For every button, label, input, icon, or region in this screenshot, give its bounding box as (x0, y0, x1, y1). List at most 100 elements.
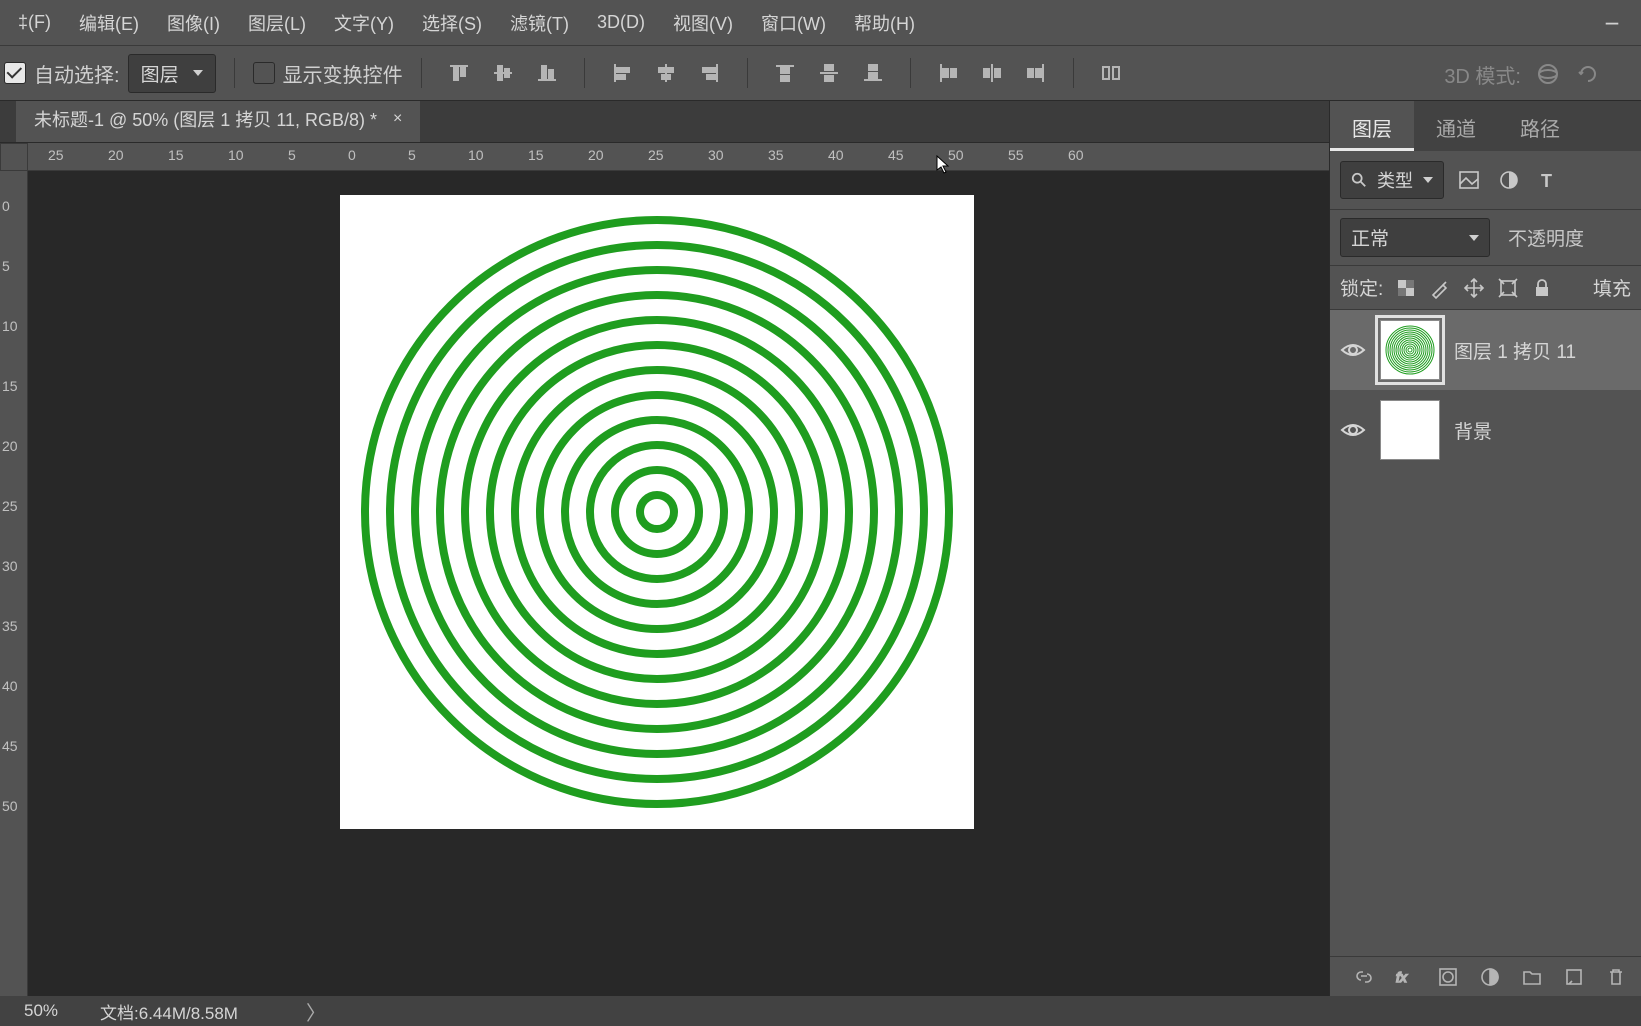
filter-image-icon[interactable] (1458, 169, 1480, 191)
layer-name[interactable]: 背景 (1454, 417, 1492, 444)
tab-paths[interactable]: 路径 (1498, 101, 1582, 151)
canvas-area[interactable] (28, 171, 1329, 996)
filter-type-icon[interactable]: T (1538, 169, 1560, 191)
distribute-hcenter-icon[interactable] (973, 54, 1011, 92)
options-bar: 自动选择: 图层 显示变换控件 3D 模式: (0, 45, 1641, 101)
menu-layer[interactable]: 图层(L) (234, 4, 320, 42)
layer-name[interactable]: 图层 1 拷贝 11 (1454, 337, 1576, 364)
layer-filter-row: 类型 T (1330, 151, 1641, 210)
distribute-vcenter-icon[interactable] (810, 54, 848, 92)
rotate-3d-icon[interactable] (1575, 61, 1601, 87)
layers-panel: 图层 通道 路径 类型 T 正常 不透明度 锁定: 填充 (1329, 101, 1641, 996)
status-bar: 50% 文档:6.44M/8.58M 〉 (0, 996, 1641, 1026)
close-tab-icon[interactable]: × (393, 110, 402, 128)
auto-select-target-value: 图层 (141, 60, 179, 87)
align-right-icon[interactable] (691, 54, 729, 92)
align-vcenter-icon[interactable] (484, 54, 522, 92)
layer-list: 图层 1 拷贝 11 背景 (1330, 310, 1641, 956)
menu-3d[interactable]: 3D(D) (583, 6, 659, 39)
align-hcenter-icon[interactable] (647, 54, 685, 92)
new-layer-icon[interactable] (1563, 966, 1585, 988)
search-icon (1351, 172, 1367, 188)
3d-mode-group: 3D 模式: (1444, 46, 1601, 102)
eye-icon[interactable] (1340, 420, 1366, 440)
panel-tabs: 图层 通道 路径 (1330, 101, 1641, 151)
fill-label: 填充 (1593, 274, 1631, 301)
3d-mode-label: 3D 模式: (1444, 60, 1521, 89)
tab-channels[interactable]: 通道 (1414, 101, 1498, 151)
auto-select-target[interactable]: 图层 (128, 54, 216, 93)
layer-thumbnail[interactable] (1380, 400, 1440, 460)
chevron-down-icon (1423, 177, 1433, 183)
window-controls (1589, 6, 1635, 34)
filter-type-value: 类型 (1377, 167, 1413, 193)
layer-row[interactable]: 图层 1 拷贝 11 (1330, 310, 1641, 390)
layer-thumbnail[interactable] (1380, 320, 1440, 380)
document-tab[interactable]: 未标题-1 @ 50% (图层 1 拷贝 11, RGB/8) * × (16, 96, 420, 142)
ruler-horizontal[interactable]: 252015105051015202530354045505560 (28, 143, 1329, 171)
lock-artboard-icon[interactable] (1497, 277, 1519, 299)
align-group-vertical (440, 54, 566, 92)
divider (584, 58, 585, 88)
align-top-icon[interactable] (440, 54, 478, 92)
menu-help[interactable]: 帮助(H) (840, 4, 929, 42)
adjustment-icon[interactable] (1479, 966, 1501, 988)
distribute-right-icon[interactable] (1017, 54, 1055, 92)
window-minimize-button[interactable] (1589, 6, 1635, 34)
status-expand-icon[interactable]: 〉 (306, 997, 326, 1026)
blend-mode-select[interactable]: 正常 (1340, 218, 1490, 257)
lock-all-icon[interactable] (1531, 277, 1553, 299)
group-icon[interactable] (1521, 966, 1543, 988)
lock-position-icon[interactable] (1463, 277, 1485, 299)
layer-filter-select[interactable]: 类型 (1340, 161, 1444, 199)
menu-bar: ‡(F) 编辑(E) 图像(I) 图层(L) 文字(Y) 选择(S) 滤镜(T)… (0, 0, 1641, 45)
ruler-vertical[interactable]: 05101520253035404550 (0, 171, 28, 996)
ruler-corner (0, 143, 28, 171)
blend-mode-value: 正常 (1351, 224, 1389, 251)
orbit-3d-icon[interactable] (1535, 61, 1561, 87)
menu-image[interactable]: 图像(I) (153, 4, 234, 42)
chevron-down-icon (1469, 235, 1479, 241)
auto-select-label: 自动选择: (34, 59, 120, 88)
show-transform-checkbox[interactable] (253, 62, 275, 84)
canvas-artboard[interactable] (340, 195, 974, 829)
eye-icon[interactable] (1340, 340, 1366, 360)
distribute-top-icon[interactable] (766, 54, 804, 92)
layer-row[interactable]: 背景 (1330, 390, 1641, 470)
link-icon[interactable] (1353, 966, 1375, 988)
auto-select-checkbox[interactable] (4, 62, 26, 84)
menu-window[interactable]: 窗口(W) (747, 4, 840, 42)
mask-icon[interactable] (1437, 966, 1459, 988)
svg-text:T: T (1541, 171, 1552, 191)
chevron-down-icon (193, 70, 203, 76)
svg-text:fx: fx (1396, 969, 1408, 985)
filter-adjustment-icon[interactable] (1498, 169, 1520, 191)
tab-layers[interactable]: 图层 (1330, 101, 1414, 151)
trash-icon[interactable] (1605, 966, 1627, 988)
fx-icon[interactable]: fx (1395, 966, 1417, 988)
align-bottom-icon[interactable] (528, 54, 566, 92)
divider (1073, 58, 1074, 88)
menu-view[interactable]: 视图(V) (659, 4, 747, 42)
distribute-left-icon[interactable] (929, 54, 967, 92)
auto-align-icon[interactable] (1092, 54, 1130, 92)
document-size[interactable]: 文档:6.44M/8.58M (82, 999, 256, 1024)
lock-transparent-icon[interactable] (1395, 277, 1417, 299)
blend-row: 正常 不透明度 (1330, 210, 1641, 266)
filter-icons: T (1458, 169, 1560, 191)
distribute-group-v (766, 54, 892, 92)
layers-panel-footer: fx (1330, 956, 1641, 996)
align-left-icon[interactable] (603, 54, 641, 92)
menu-filter[interactable]: 滤镜(T) (496, 4, 583, 42)
menu-type[interactable]: 文字(Y) (320, 4, 408, 42)
lock-row: 锁定: 填充 (1330, 266, 1641, 310)
zoom-level[interactable]: 50% (0, 1001, 82, 1021)
menu-edit[interactable]: 编辑(E) (65, 4, 153, 42)
menu-file[interactable]: ‡(F) (4, 6, 65, 39)
lock-paint-icon[interactable] (1429, 277, 1451, 299)
distribute-bottom-icon[interactable] (854, 54, 892, 92)
distribute-group-h (929, 54, 1055, 92)
opacity-label: 不透明度 (1508, 224, 1584, 251)
menu-select[interactable]: 选择(S) (408, 4, 496, 42)
divider (421, 58, 422, 88)
